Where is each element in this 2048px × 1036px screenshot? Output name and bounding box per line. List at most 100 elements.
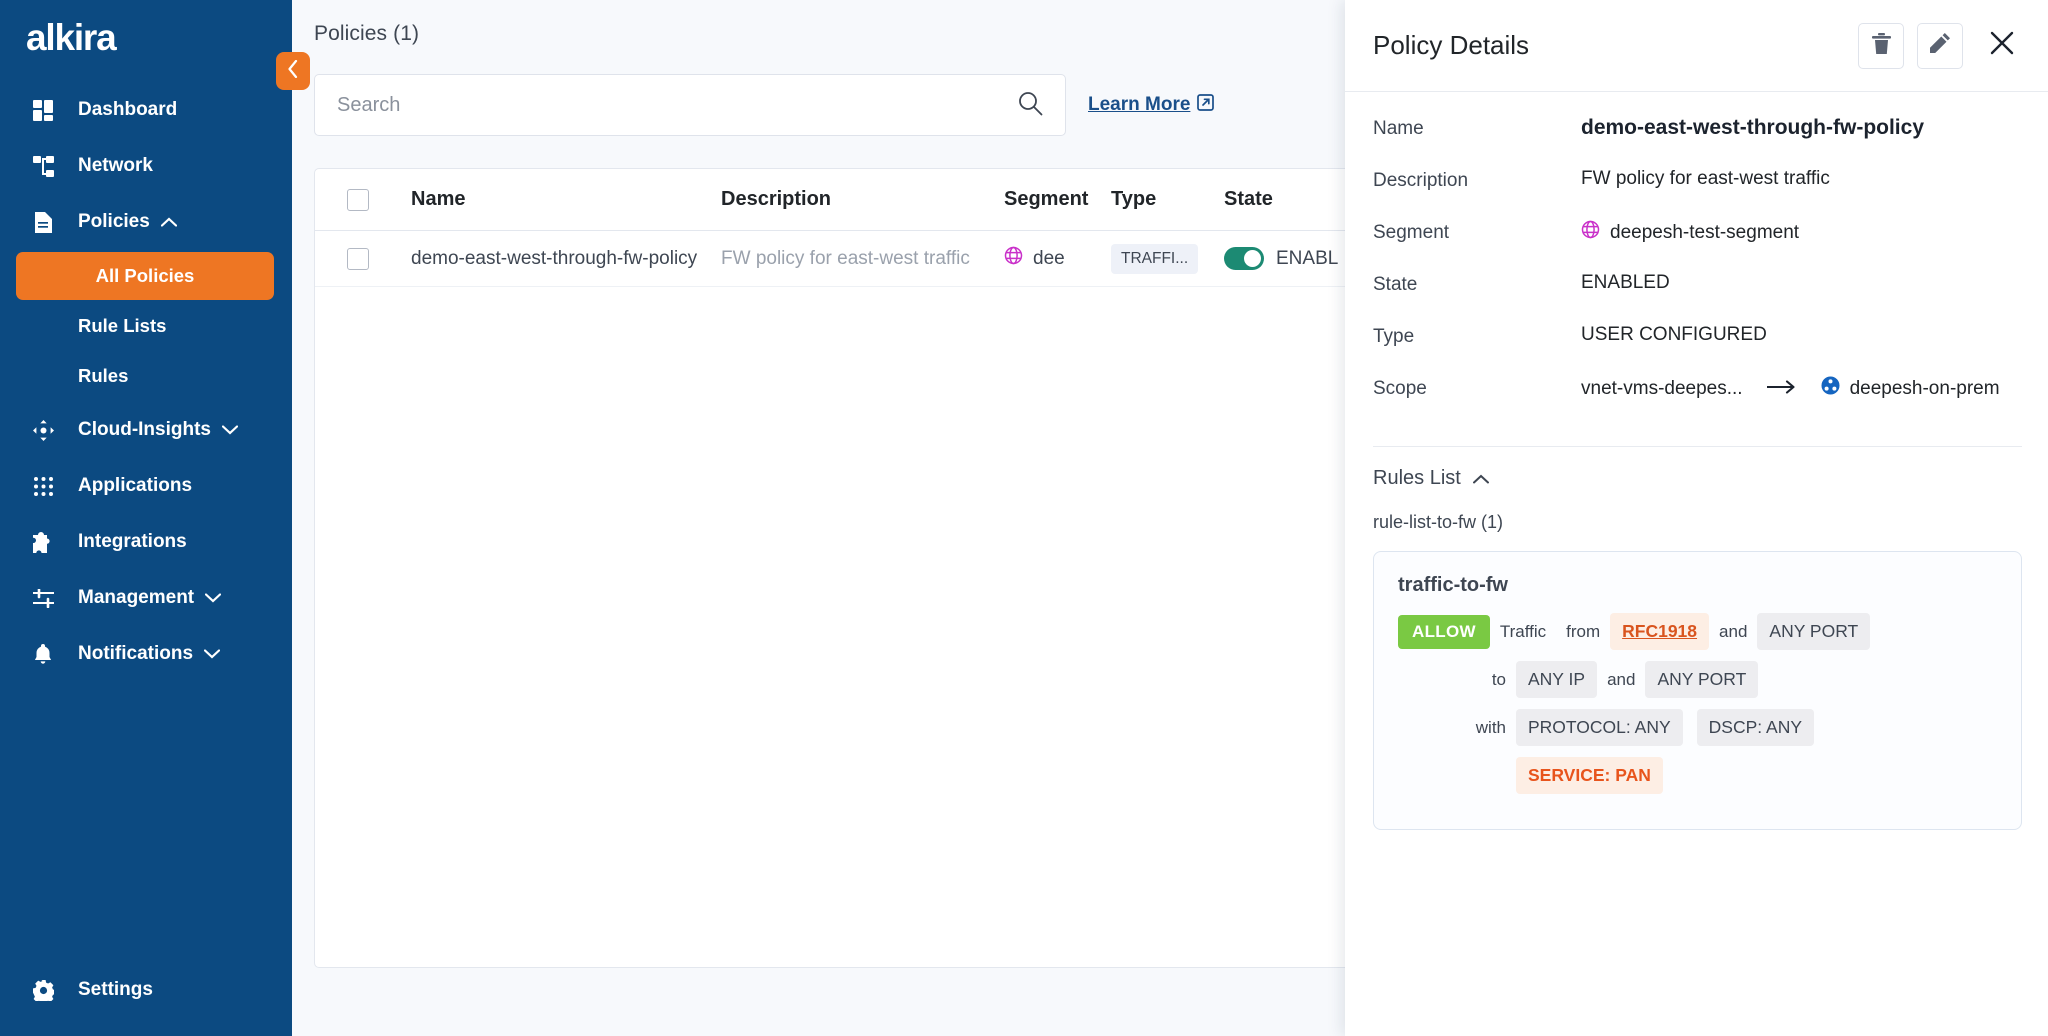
gear-icon <box>30 979 56 1001</box>
select-all-checkbox[interactable] <box>347 188 369 211</box>
sidebar-item-label: Dashboard <box>78 99 178 120</box>
select-all-cell <box>347 188 411 211</box>
sidebar-collapse-button[interactable] <box>276 52 310 90</box>
rules-list-section-toggle[interactable]: Rules List <box>1373 447 2022 490</box>
type-badge: TRAFFI... <box>1111 243 1199 274</box>
sidebar-nav: Dashboard Network Policies All Policies <box>0 82 292 962</box>
action-badge: ALLOW <box>1398 614 1490 649</box>
rule-line-to: to ANY IP and ANY PORT <box>1398 661 1997 698</box>
column-header-name[interactable]: Name <box>411 188 721 211</box>
field-label: Type <box>1373 326 1415 347</box>
source-ip-chip[interactable]: RFC1918 <box>1610 613 1710 650</box>
field-value-wrap: vnet-vms-deepes... deepesh-on-prem <box>1581 376 2000 401</box>
scope-source: vnet-vms-deepes... <box>1581 377 1743 399</box>
rule-list-name: rule-list-to-fw (1) <box>1373 512 1504 532</box>
sidebar-subitem-label: All Policies <box>95 265 195 286</box>
sidebar-item-label: Notifications <box>78 643 194 664</box>
close-button[interactable] <box>1982 26 2022 66</box>
search-icon[interactable] <box>1017 90 1043 121</box>
sidebar-item-policies[interactable]: Policies <box>0 194 292 250</box>
arrow-right-icon <box>1765 378 1797 400</box>
sidebar-item-applications[interactable]: Applications <box>0 458 292 514</box>
document-icon <box>30 211 56 233</box>
source-port-chip: ANY PORT <box>1757 613 1871 650</box>
sidebar-item-label: Integrations <box>78 531 187 552</box>
network-icon <box>30 155 56 177</box>
dscp-chip: DSCP: ANY <box>1696 709 1815 746</box>
globe-icon <box>1581 220 1600 245</box>
edit-button[interactable] <box>1917 22 1963 69</box>
field-label: Segment <box>1373 222 1450 243</box>
row-checkbox[interactable] <box>347 247 369 270</box>
field-scope: Scope vnet-vms-deepes... deepesh-on-prem <box>1373 376 2022 428</box>
grid-icon <box>30 475 56 497</box>
sidebar-item-dashboard[interactable]: Dashboard <box>0 82 292 138</box>
field-value: USER CONFIGURED <box>1581 324 1767 345</box>
rule-card[interactable]: traffic-to-fw ALLOW Traffic from RFC1918… <box>1373 551 2022 830</box>
close-icon <box>1990 31 2014 60</box>
rule-line-from: ALLOW Traffic from RFC1918 and ANY PORT <box>1398 613 1997 650</box>
sidebar-item-notifications[interactable]: Notifications <box>0 626 292 682</box>
rule-line-with: with PROTOCOL: ANY DSCP: ANY <box>1398 709 1997 746</box>
sidebar-item-all-policies[interactable]: All Policies <box>16 252 274 300</box>
rule-name: traffic-to-fw <box>1398 574 1508 596</box>
app-root: alkira Dashboard Network Policies All Po… <box>0 0 2048 1036</box>
field-description: Description FW policy for east-west traf… <box>1373 168 2022 220</box>
field-value: FW policy for east-west traffic <box>1581 168 1830 189</box>
delete-button[interactable] <box>1858 22 1904 69</box>
cell-description: FW policy for east-west traffic <box>721 247 970 269</box>
rule-statement: ALLOW Traffic from RFC1918 and ANY PORT … <box>1398 613 1997 794</box>
rule-word-and: and <box>1719 621 1748 641</box>
sidebar-item-settings[interactable]: Settings <box>0 962 292 1018</box>
field-state: State ENABLED <box>1373 272 2022 324</box>
learn-more-link[interactable]: Learn More <box>1088 93 1215 117</box>
state-label: ENABL <box>1276 247 1339 269</box>
field-value: deepesh-test-segment <box>1610 221 1800 243</box>
state-toggle[interactable] <box>1224 247 1264 270</box>
cell-name[interactable]: demo-east-west-through-fw-policy <box>411 248 721 270</box>
rule-word-from: from <box>1566 621 1601 641</box>
protocol-chip: PROTOCOL: ANY <box>1516 709 1683 746</box>
cell-segment-label: dee <box>1033 247 1065 269</box>
field-label: Scope <box>1373 378 1427 399</box>
logo[interactable]: alkira <box>0 0 292 62</box>
sidebar: alkira Dashboard Network Policies All Po… <box>0 0 292 1036</box>
scope-target: deepesh-on-prem <box>1849 377 2000 399</box>
search-box[interactable] <box>314 74 1066 136</box>
sidebar-subitem-label: Rule Lists <box>78 315 167 336</box>
rule-line-service: SERVICE: PAN <box>1398 757 1997 794</box>
policy-details-panel: Policy Details Name demo-east-west-throu… <box>1345 0 2048 1036</box>
column-header-type[interactable]: Type <box>1111 188 1224 211</box>
rule-word-traffic: Traffic <box>1499 621 1547 641</box>
field-label: Description <box>1373 170 1469 191</box>
dashboard-icon <box>30 99 56 121</box>
trash-icon <box>1871 32 1891 59</box>
learn-more-label: Learn More <box>1088 94 1191 115</box>
move-icon <box>30 419 56 441</box>
chevron-up-icon <box>1472 467 1489 490</box>
column-header-segment[interactable]: Segment <box>1004 188 1111 211</box>
sidebar-item-label: Cloud-Insights <box>78 419 211 440</box>
sidebar-item-rules[interactable]: Rules <box>16 352 274 400</box>
field-type: Type USER CONFIGURED <box>1373 324 2022 376</box>
column-header-description[interactable]: Description <box>721 188 1004 211</box>
sidebar-item-label: Network <box>78 155 153 176</box>
sidebar-item-network[interactable]: Network <box>0 138 292 194</box>
sidebar-item-integrations[interactable]: Integrations <box>0 514 292 570</box>
field-value: ENABLED <box>1581 272 1670 293</box>
search-input[interactable] <box>337 93 1017 117</box>
service-chip: SERVICE: PAN <box>1516 757 1663 794</box>
sidebar-item-cloud-insights[interactable]: Cloud-Insights <box>0 402 292 458</box>
external-link-icon <box>1197 93 1215 117</box>
rule-word-to: to <box>1491 669 1506 689</box>
puzzle-icon <box>30 531 56 553</box>
panel-title: Policy Details <box>1373 30 1530 60</box>
chevron-left-icon <box>287 59 299 83</box>
rule-word-with: with <box>1475 717 1506 737</box>
sidebar-item-management[interactable]: Management <box>0 570 292 626</box>
globe-icon <box>1004 246 1023 271</box>
sidebar-item-rule-lists[interactable]: Rule Lists <box>16 302 274 350</box>
field-value: demo-east-west-through-fw-policy <box>1581 116 1925 139</box>
logo-text: alkira <box>26 17 117 58</box>
rule-word-and: and <box>1607 669 1636 689</box>
